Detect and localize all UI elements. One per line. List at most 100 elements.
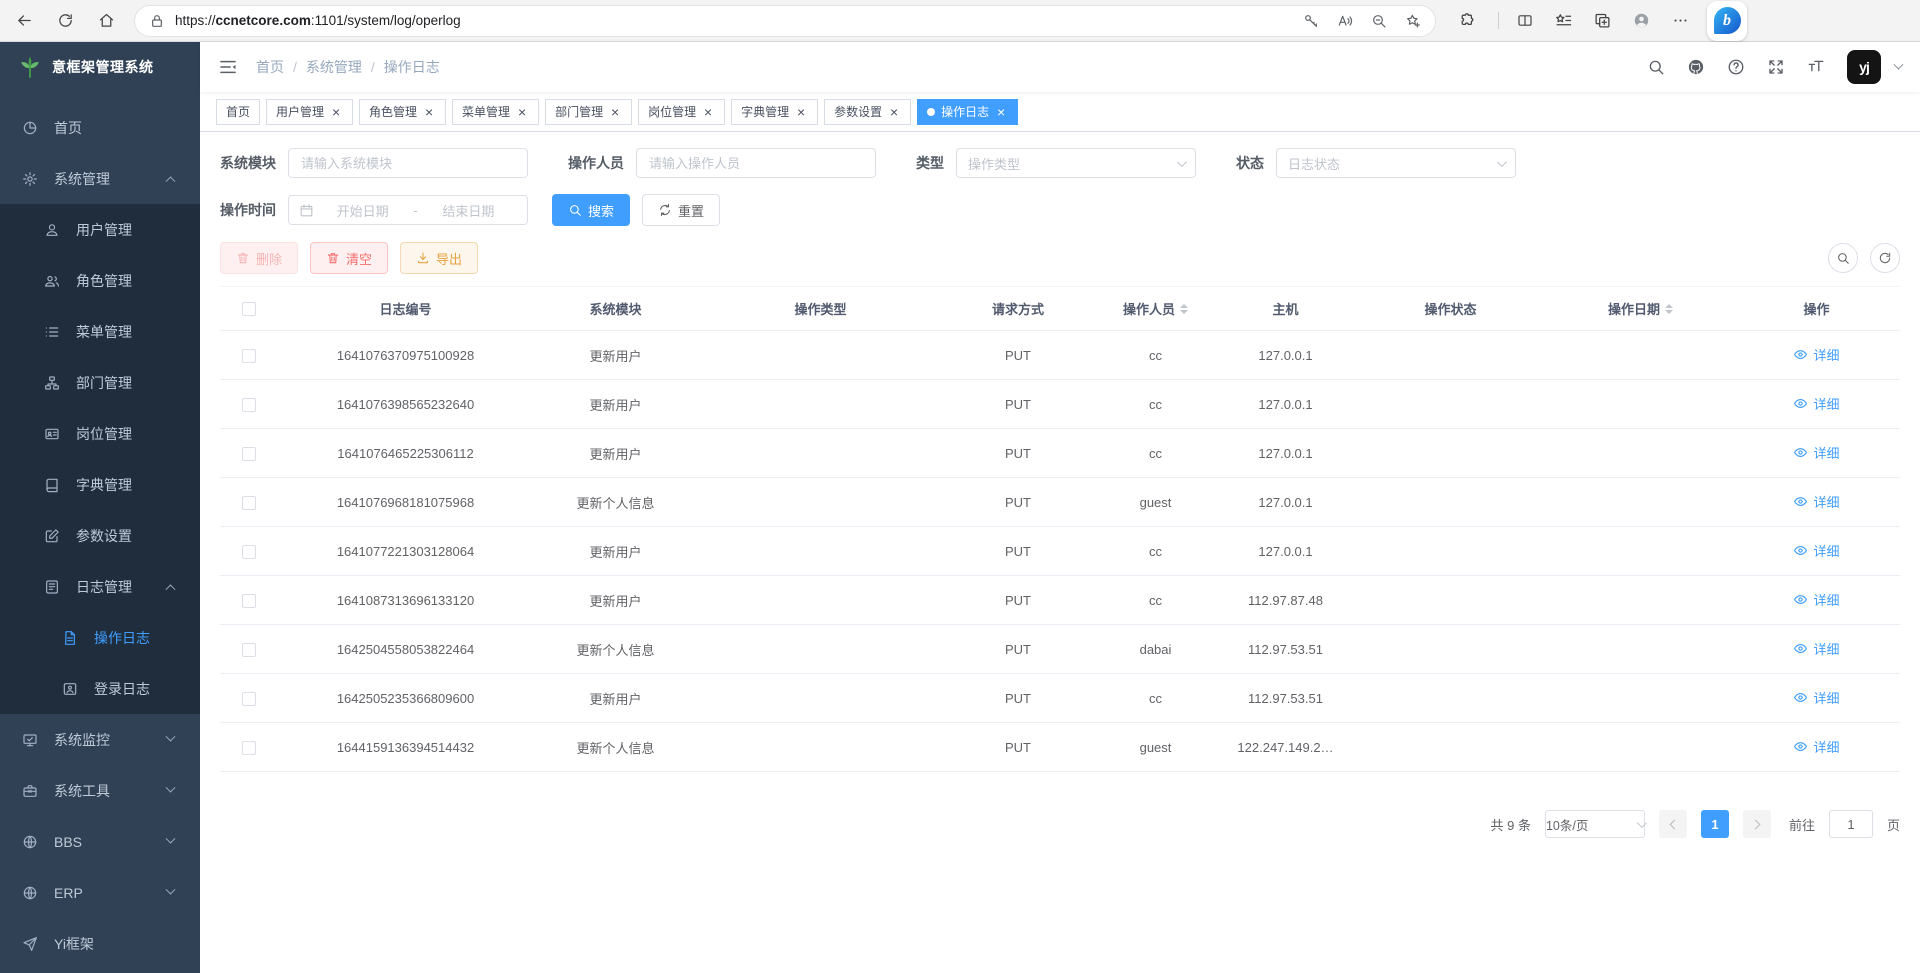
github-icon[interactable] — [1687, 58, 1705, 76]
operator-input[interactable] — [636, 148, 876, 178]
detail-link[interactable]: 详细 — [1793, 688, 1839, 707]
page-size-select[interactable]: 10条/页 — [1545, 810, 1645, 838]
detail-link[interactable]: 详细 — [1793, 737, 1839, 756]
sidebar-item[interactable]: 系统工具 — [0, 765, 200, 816]
sidebar-item[interactable]: 字典管理 — [0, 459, 200, 510]
more-icon[interactable] — [1672, 12, 1689, 29]
detail-link[interactable]: 详细 — [1793, 492, 1839, 511]
extensions-icon[interactable] — [1459, 12, 1476, 29]
close-icon[interactable]: × — [887, 105, 901, 119]
view-tab[interactable]: 角色管理× — [359, 99, 446, 125]
row-checkbox[interactable] — [242, 496, 256, 510]
search-button[interactable]: 搜索 — [552, 194, 630, 226]
view-tab[interactable]: 首页× — [216, 99, 260, 125]
close-icon[interactable]: × — [422, 105, 436, 119]
detail-link[interactable]: 详细 — [1793, 394, 1839, 413]
avatar[interactable]: yj — [1847, 50, 1881, 84]
sidebar-item[interactable]: Yi框架 — [0, 918, 200, 969]
sidebar-item[interactable]: 角色管理 — [0, 255, 200, 306]
prev-page-button[interactable] — [1659, 810, 1687, 838]
detail-link[interactable]: 详细 — [1793, 345, 1839, 364]
sidebar-item[interactable]: BBS — [0, 816, 200, 867]
sidebar-item[interactable]: 用户管理 — [0, 204, 200, 255]
row-checkbox[interactable] — [242, 741, 256, 755]
sidebar-item[interactable]: 部门管理 — [0, 357, 200, 408]
favorites-bar-icon[interactable] — [1555, 12, 1572, 29]
close-icon[interactable]: × — [608, 105, 622, 119]
sidebar-item[interactable]: 操作日志 — [0, 612, 200, 663]
page-number-button[interactable]: 1 — [1701, 810, 1729, 838]
zoom-out-icon[interactable] — [1371, 13, 1387, 29]
sidebar-item[interactable]: 系统管理 — [0, 153, 200, 204]
export-button[interactable]: 导出 — [400, 242, 478, 274]
view-tab[interactable]: 菜单管理× — [452, 99, 539, 125]
arrow-left-icon[interactable] — [16, 12, 33, 29]
next-page-button[interactable] — [1743, 810, 1771, 838]
module-input[interactable] — [288, 148, 528, 178]
row-checkbox[interactable] — [242, 349, 256, 363]
breadcrumb-item[interactable]: 操作日志/ — [384, 57, 440, 77]
font-size-icon[interactable] — [1807, 58, 1825, 76]
status-select[interactable]: 日志状态 — [1276, 148, 1516, 178]
lock-icon[interactable] — [149, 13, 165, 29]
caret-down-icon[interactable] — [1894, 59, 1904, 69]
sidebar-item[interactable]: 菜单管理 — [0, 306, 200, 357]
row-checkbox[interactable] — [242, 545, 256, 559]
read-aloud-icon[interactable] — [1337, 13, 1353, 29]
row-checkbox[interactable] — [242, 447, 256, 461]
home-icon[interactable] — [98, 12, 115, 29]
search-toggle-button[interactable] — [1828, 243, 1858, 273]
detail-link[interactable]: 详细 — [1793, 541, 1839, 560]
detail-link[interactable]: 详细 — [1793, 590, 1839, 609]
sidebar-item[interactable]: 岗位管理 — [0, 408, 200, 459]
close-icon[interactable]: × — [994, 105, 1008, 119]
close-icon[interactable]: × — [701, 105, 715, 119]
row-checkbox[interactable] — [242, 643, 256, 657]
view-tab[interactable]: 用户管理× — [266, 99, 353, 125]
search-icon[interactable] — [1647, 58, 1665, 76]
row-checkbox[interactable] — [242, 692, 256, 706]
help-icon[interactable] — [1727, 58, 1745, 76]
view-tab[interactable]: 部门管理× — [545, 99, 632, 125]
copilot-button[interactable]: b — [1707, 1, 1747, 41]
goto-page-input[interactable] — [1829, 810, 1873, 838]
chevron-icon — [166, 885, 176, 895]
type-select[interactable]: 操作类型 — [956, 148, 1196, 178]
date-range-picker[interactable]: 开始日期 - 结束日期 — [288, 195, 528, 225]
hamburger-icon[interactable] — [218, 57, 238, 77]
refresh-table-button[interactable] — [1870, 243, 1900, 273]
sidebar-item[interactable]: 系统监控 — [0, 714, 200, 765]
star-plus-icon[interactable] — [1405, 13, 1421, 29]
split-screen-icon[interactable] — [1498, 12, 1533, 29]
close-icon[interactable]: × — [329, 105, 343, 119]
close-icon[interactable]: × — [515, 105, 529, 119]
sidebar-item[interactable]: 日志管理 — [0, 561, 200, 612]
row-checkbox[interactable] — [242, 594, 256, 608]
breadcrumb-item[interactable]: 首页/ — [256, 57, 306, 77]
collections-icon[interactable] — [1594, 12, 1611, 29]
view-tab[interactable]: 字典管理× — [731, 99, 818, 125]
sidebar-item[interactable]: 参数设置 — [0, 510, 200, 561]
sidebar-item[interactable]: ERP — [0, 867, 200, 918]
row-checkbox[interactable] — [242, 398, 256, 412]
table-column-header[interactable]: 操作日期 — [1548, 287, 1733, 331]
breadcrumb-item[interactable]: 系统管理/ — [306, 57, 384, 77]
view-tab[interactable]: 操作日志× — [917, 99, 1018, 125]
view-tab[interactable]: 参数设置× — [824, 99, 911, 125]
sidebar-item[interactable]: 登录日志 — [0, 663, 200, 714]
sidebar-item[interactable]: 首页 — [0, 102, 200, 153]
detail-link[interactable]: 详细 — [1793, 639, 1839, 658]
fullscreen-icon[interactable] — [1767, 58, 1785, 76]
reset-button[interactable]: 重置 — [642, 194, 720, 226]
detail-link[interactable]: 详细 — [1793, 443, 1839, 462]
close-icon[interactable]: × — [794, 105, 808, 119]
select-all-checkbox[interactable] — [242, 302, 256, 316]
view-tab[interactable]: 岗位管理× — [638, 99, 725, 125]
delete-button[interactable]: 删除 — [220, 242, 298, 274]
table-column-header[interactable]: 操作人员 — [1093, 287, 1218, 331]
key-icon[interactable] — [1303, 13, 1319, 29]
refresh-icon[interactable] — [57, 12, 74, 29]
address-bar[interactable]: https://ccnetcore.com:1101/system/log/op… — [135, 6, 1435, 36]
clear-button[interactable]: 清空 — [310, 242, 388, 274]
profile-icon[interactable] — [1633, 12, 1650, 29]
